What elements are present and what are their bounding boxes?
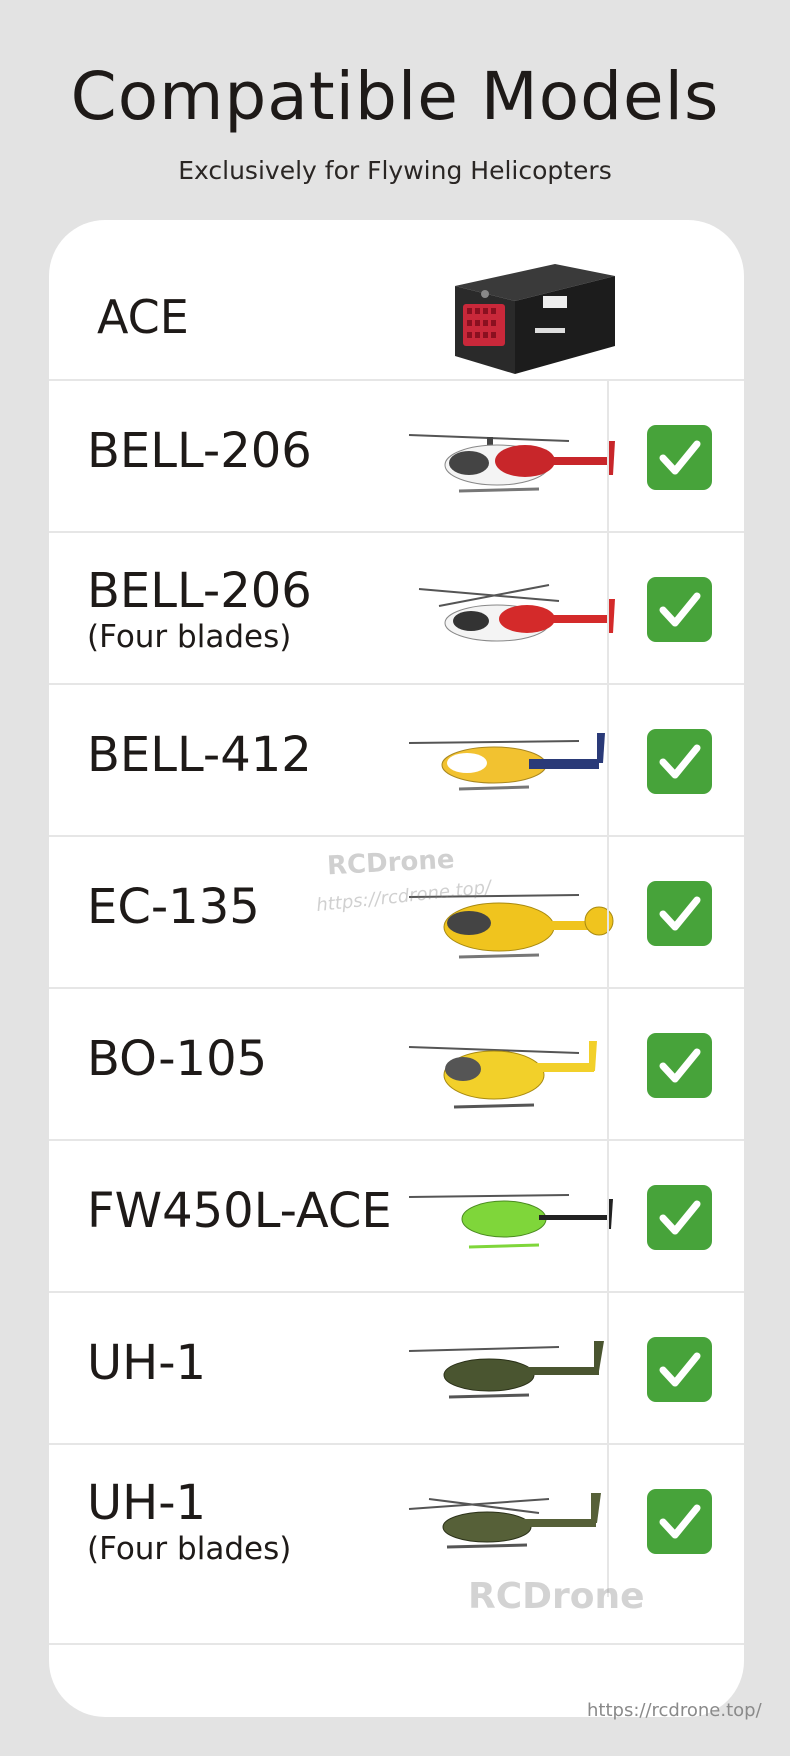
model-subtitle: (Four blades) xyxy=(87,619,292,655)
ace-controller-image xyxy=(455,264,615,374)
bell-412-helicopter-image xyxy=(408,733,605,791)
check-icon xyxy=(647,1033,712,1098)
bell-206-helicopter-image xyxy=(408,434,615,493)
model-row: BELL-206 xyxy=(49,379,744,533)
model-name: FW450L-ACE xyxy=(87,1183,392,1239)
check-icon xyxy=(647,1489,712,1554)
model-row: BO-105 xyxy=(49,987,744,1141)
bo-105-helicopter-image xyxy=(408,1041,597,1109)
model-name: BELL-206 xyxy=(87,423,312,479)
uh-1-helicopter-image xyxy=(408,1341,604,1399)
model-subtitle: (Four blades) xyxy=(87,1531,292,1567)
check-icon xyxy=(647,1185,712,1250)
check-icon xyxy=(647,577,712,642)
fw450l-ace-helicopter-image xyxy=(408,1194,613,1249)
page-title: Compatible Models xyxy=(70,58,720,135)
bell-206-four-blade-helicopter-image xyxy=(418,584,615,642)
compatibility-table: ACE BELL-206 BELL-206 (Four blades) BELL… xyxy=(49,220,744,1717)
model-row: BELL-206 (Four blades) xyxy=(49,531,744,685)
model-name: UH-1 xyxy=(87,1335,207,1391)
check-icon xyxy=(647,729,712,794)
model-name: BELL-206 xyxy=(87,563,312,619)
model-row: BELL-412 xyxy=(49,683,744,837)
model-row: FW450L-ACE xyxy=(49,1139,744,1293)
model-row: UH-1 (Four blades) xyxy=(49,1443,744,1597)
model-name: BELL-412 xyxy=(87,727,312,783)
model-name: UH-1 xyxy=(87,1475,207,1531)
check-icon xyxy=(647,881,712,946)
page-subtitle: Exclusively for Flywing Helicopters xyxy=(178,156,612,185)
model-name: EC-135 xyxy=(87,879,260,935)
model-row: UH-1 xyxy=(49,1291,744,1445)
model-name: BO-105 xyxy=(87,1031,268,1087)
footer-url[interactable]: https://rcdrone.top/ xyxy=(587,1700,762,1721)
check-icon xyxy=(647,425,712,490)
header-label: ACE xyxy=(97,290,189,344)
uh-1-four-blade-helicopter-image xyxy=(408,1493,601,1549)
watermark-brand-bottom: RCDrone xyxy=(468,1576,645,1617)
check-icon xyxy=(647,1337,712,1402)
